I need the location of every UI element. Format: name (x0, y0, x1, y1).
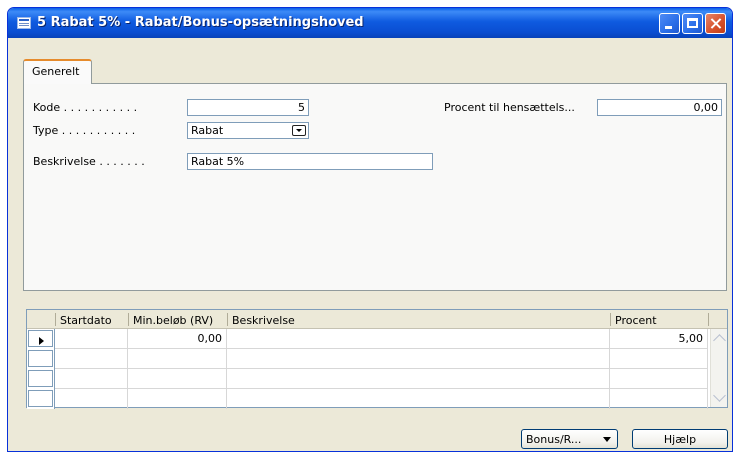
beskrivelse-field[interactable]: Rabat 5% (187, 153, 433, 170)
chevron-down-icon[interactable] (292, 125, 306, 136)
row-selector[interactable] (27, 329, 55, 349)
type-label: Type . . . . . . . . . . . (33, 124, 136, 137)
bonus-menu-button[interactable]: Bonus/R... (521, 429, 618, 449)
row-selector-box (28, 370, 53, 387)
table-row[interactable]: 0,00 5,00 (27, 329, 708, 349)
cell-startdato[interactable] (55, 349, 128, 369)
cell-procent[interactable] (610, 369, 708, 389)
row-selector-box (28, 390, 53, 407)
cell-startdato[interactable] (55, 369, 128, 389)
kode-label: Kode . . . . . . . . . . . (33, 101, 138, 114)
column-header-min-beloeb[interactable]: Min.beløb (RV) (133, 314, 213, 327)
title-bar[interactable]: 5 Rabat 5% - Rabat/Bonus-opsætningshoved (8, 8, 732, 38)
card-window: 5 Rabat 5% - Rabat/Bonus-opsætningshoved… (7, 7, 733, 452)
scroll-down-icon[interactable] (712, 390, 727, 405)
current-row-icon (39, 337, 44, 345)
table-row[interactable] (27, 349, 708, 369)
table-row[interactable] (27, 389, 708, 409)
column-header-beskrivelse[interactable]: Beskrivelse (232, 314, 295, 327)
column-separator (55, 313, 56, 326)
column-header-procent[interactable]: Procent (615, 314, 657, 327)
row-selector-box (28, 350, 53, 367)
window-title: 5 Rabat 5% - Rabat/Bonus-opsætningshoved (37, 15, 364, 30)
type-value: Rabat (191, 124, 224, 137)
cell-beskrivelse[interactable] (227, 349, 610, 369)
lines-grid: Startdato Min.beløb (RV) Beskrivelse Pro… (26, 309, 728, 409)
procent-hensaettelse-label: Procent til hensættels... (444, 101, 575, 114)
column-separator (610, 313, 611, 326)
column-separator (128, 313, 129, 326)
beskrivelse-label: Beskrivelse . . . . . . . (33, 155, 145, 168)
help-button[interactable]: Hjælp (632, 429, 728, 449)
vertical-scrollbar[interactable] (710, 329, 727, 407)
bonus-menu-label: Bonus/R... (526, 433, 582, 446)
minimize-button[interactable] (659, 13, 680, 34)
cell-startdato[interactable] (55, 389, 128, 409)
procent-hensaettelse-field[interactable]: 0,00 (597, 99, 722, 116)
tab-generelt[interactable]: Generelt (23, 59, 92, 84)
column-separator (227, 313, 228, 326)
close-button[interactable] (705, 13, 726, 34)
cell-procent[interactable] (610, 349, 708, 369)
cell-beskrivelse[interactable] (227, 389, 610, 409)
row-selector[interactable] (27, 389, 55, 409)
type-dropdown[interactable]: Rabat (187, 122, 309, 139)
grid-header: Startdato Min.beløb (RV) Beskrivelse Pro… (27, 310, 727, 329)
column-separator (708, 313, 709, 326)
cell-min-beloeb[interactable] (128, 389, 227, 409)
row-selector[interactable] (27, 369, 55, 389)
cell-min-beloeb[interactable] (128, 349, 227, 369)
tab-panel-generelt: Kode . . . . . . . . . . . 5 Type . . . … (23, 83, 727, 291)
cell-procent[interactable] (610, 389, 708, 409)
cell-startdato[interactable] (55, 329, 128, 349)
kode-field[interactable]: 5 (187, 99, 309, 116)
scroll-up-icon[interactable] (712, 331, 727, 346)
maximize-button[interactable] (682, 13, 703, 34)
cell-beskrivelse[interactable] (227, 329, 610, 349)
row-selector[interactable] (27, 349, 55, 369)
form-icon (17, 17, 31, 29)
cell-min-beloeb[interactable] (128, 369, 227, 389)
cell-min-beloeb[interactable]: 0,00 (128, 329, 227, 349)
table-row[interactable] (27, 369, 708, 389)
row-selector-box (28, 330, 53, 347)
cell-procent[interactable]: 5,00 (610, 329, 708, 349)
chevron-down-icon (603, 437, 611, 442)
column-header-startdato[interactable]: Startdato (60, 314, 112, 327)
cell-beskrivelse[interactable] (227, 369, 610, 389)
